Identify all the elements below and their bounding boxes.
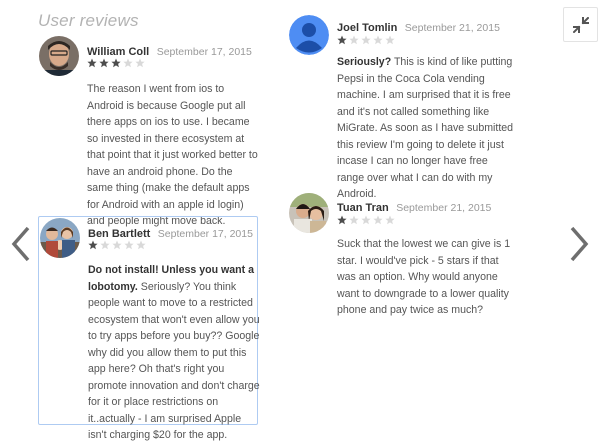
review-date: September 21, 2015: [396, 202, 492, 214]
review-body: The reason I went from ios to Android is…: [87, 83, 258, 227]
chevron-left-icon: [11, 226, 30, 262]
review-author[interactable]: Joel Tomlin: [337, 22, 397, 34]
star-empty-icon: [112, 240, 122, 250]
star-rating: [88, 240, 146, 250]
avatar[interactable]: [289, 193, 329, 233]
star-empty-icon: [123, 58, 133, 68]
star-empty-icon: [385, 35, 395, 45]
star-empty-icon: [135, 58, 145, 68]
section-title: User reviews: [38, 11, 139, 30]
star-filled-icon: [99, 58, 109, 68]
review-text: The reason I went from ios to Android is…: [87, 81, 261, 230]
avatar[interactable]: [40, 218, 80, 258]
collapse-button[interactable]: [563, 7, 598, 42]
review-card-highlighted: Ben Bartlett September 17, 2015 Do not i…: [38, 216, 260, 441]
star-filled-icon: [87, 58, 97, 68]
star-filled-icon: [111, 58, 121, 68]
star-rating: [87, 58, 145, 68]
star-empty-icon: [349, 35, 359, 45]
review-author[interactable]: Tuan Tran: [337, 202, 389, 214]
review-body: Seriously? You think people want to move…: [88, 280, 260, 442]
star-filled-icon: [88, 240, 98, 250]
review-date: September 17, 2015: [157, 228, 253, 240]
review-text: Do not install! Unless you want a loboto…: [88, 262, 260, 444]
review-text: Suck that the lowest we can give is 1 st…: [337, 236, 512, 319]
review-text: Seriously? This is kind of like putting …: [337, 54, 517, 203]
collapse-icon: [572, 16, 589, 33]
default-avatar[interactable]: [289, 15, 329, 55]
star-empty-icon: [361, 35, 371, 45]
avatar[interactable]: [39, 36, 79, 76]
chevron-right-icon: [570, 226, 589, 262]
review-author[interactable]: Ben Bartlett: [88, 228, 150, 240]
review-date: September 17, 2015: [156, 46, 252, 58]
star-empty-icon: [361, 215, 371, 225]
star-filled-icon: [337, 215, 347, 225]
review-author[interactable]: William Coll: [87, 46, 149, 58]
review-headline: Seriously?: [337, 56, 392, 68]
star-empty-icon: [373, 215, 383, 225]
star-empty-icon: [349, 215, 359, 225]
star-filled-icon: [337, 35, 347, 45]
star-empty-icon: [385, 215, 395, 225]
star-empty-icon: [100, 240, 110, 250]
star-rating: [337, 35, 395, 45]
review-body: This is kind of like putting Pepsi in th…: [337, 56, 514, 200]
review-body: Suck that the lowest we can give is 1 st…: [337, 238, 511, 316]
star-empty-icon: [373, 35, 383, 45]
star-empty-icon: [124, 240, 134, 250]
review-date: September 21, 2015: [404, 22, 500, 34]
previous-page-button[interactable]: [8, 224, 34, 264]
star-rating: [337, 215, 395, 225]
next-page-button[interactable]: [566, 224, 592, 264]
star-empty-icon: [136, 240, 146, 250]
